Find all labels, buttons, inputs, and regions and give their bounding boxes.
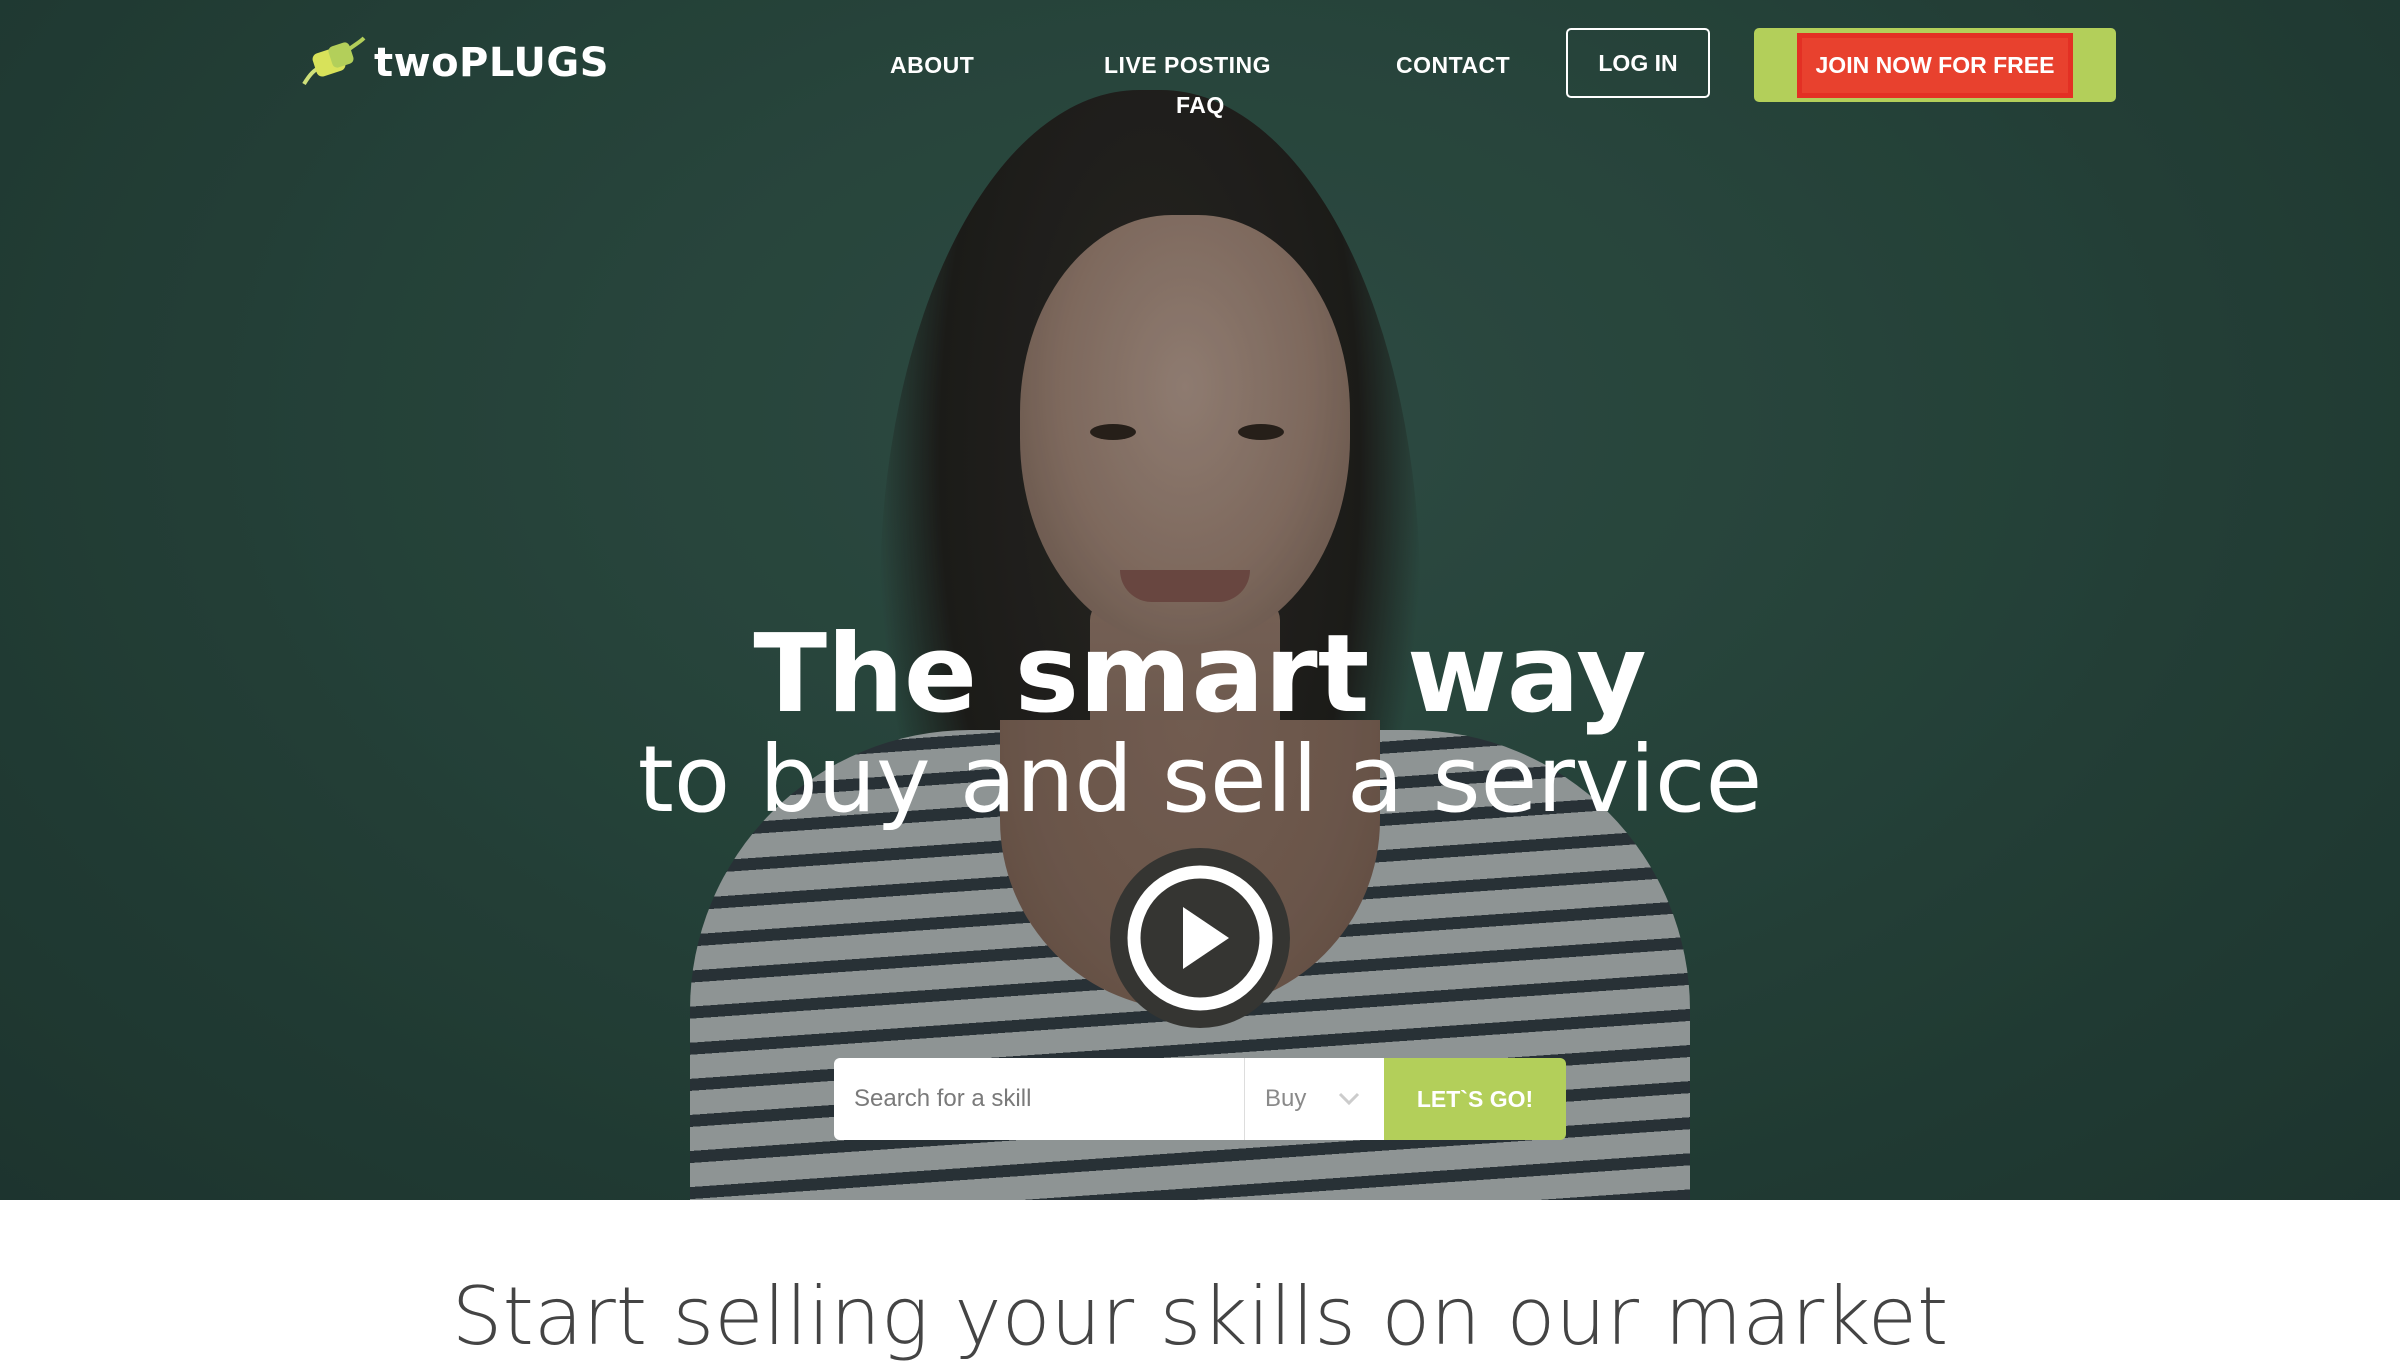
brand-name: twoPLUGS [374, 40, 610, 86]
select-value: Buy [1265, 1085, 1307, 1112]
login-button[interactable]: LOG IN [1566, 28, 1710, 98]
lets-go-button[interactable]: LET`S GO! [1384, 1058, 1566, 1140]
nav-contact[interactable]: CONTACT [1396, 52, 1510, 79]
section-heading: Start selling your skills on our market [451, 1270, 1949, 1363]
nav-about[interactable]: ABOUT [890, 52, 974, 79]
nav-live-posting[interactable]: LIVE POSTING [1104, 52, 1271, 79]
chevron-down-icon [1338, 1092, 1360, 1106]
join-button[interactable]: JOIN NOW FOR FREE [1754, 28, 2116, 102]
hero-section: twoPLUGS ABOUT LIVE POSTING FAQ CONTACT … [0, 0, 2400, 1200]
nav-faq[interactable]: FAQ [1176, 92, 1225, 119]
play-icon [1127, 865, 1273, 1011]
hero-title: The smart way [753, 612, 1647, 737]
play-video-button[interactable] [1110, 848, 1290, 1028]
join-button-label: JOIN NOW FOR FREE [1796, 32, 2074, 98]
skill-search-input[interactable] [834, 1058, 1244, 1140]
logo[interactable]: twoPLUGS [300, 36, 609, 90]
buy-sell-select[interactable]: Buy [1244, 1058, 1384, 1140]
hero-subtitle: to buy and sell a service [637, 726, 1763, 833]
skill-search-bar: Buy LET`S GO! [834, 1058, 1566, 1140]
plug-logo-icon [300, 36, 366, 90]
